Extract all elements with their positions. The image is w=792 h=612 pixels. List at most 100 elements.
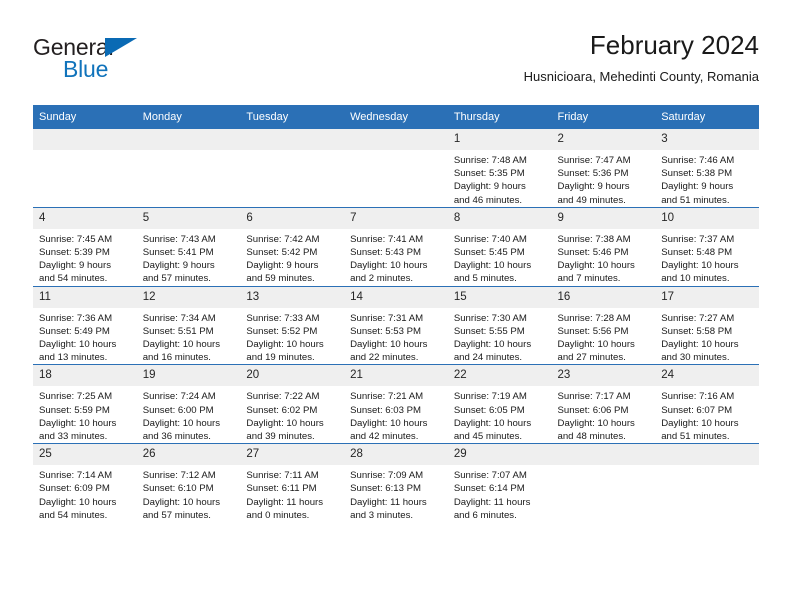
day-number: 8 <box>447 207 552 229</box>
daylight-text-line2: and 42 minutes. <box>350 431 419 443</box>
sunrise-text: Sunrise: 7:43 AM <box>142 233 216 245</box>
daylight-text-line2: and 48 minutes. <box>557 431 626 443</box>
weekday-header-thursday: Thursday <box>447 105 552 129</box>
calendar-day-cell[interactable]: 11 Sunrise: 7:36 AM Sunset: 5:49 PM Dayligh… <box>33 285 137 365</box>
calendar-week-row: 4 Sunrise: 7:45 AM Sunset: 5:39 PM Daylight… <box>33 206 759 287</box>
day-number: 4 <box>33 207 137 229</box>
daylight-text-line1: Daylight: 9 hours <box>142 260 215 272</box>
sunset-text: Sunset: 5:35 PM <box>453 168 525 180</box>
calendar-day-cell[interactable]: 20 Sunrise: 7:22 AM Sunset: 6:02 PM Dayligh… <box>240 364 345 444</box>
calendar-day-cell[interactable]: 12 Sunrise: 7:34 AM Sunset: 5:51 PM Dayligh… <box>136 285 241 365</box>
calendar-day-cell[interactable]: 4 Sunrise: 7:45 AM Sunset: 5:39 PM Daylight… <box>33 206 137 287</box>
calendar-day-cell[interactable]: 1 Sunrise: 7:48 AM Sunset: 5:35 PM Daylight… <box>447 129 552 208</box>
calendar-day-cell[interactable]: 16 Sunrise: 7:28 AM Sunset: 5:56 PM Dayligh… <box>551 285 656 365</box>
sunrise-text: Sunrise: 7:22 AM <box>246 391 320 403</box>
calendar-day-cell[interactable]: 29 Sunrise: 7:07 AM Sunset: 6:14 PM Dayligh… <box>447 443 552 523</box>
weekday-header-row: Sunday Monday Tuesday Wednesday Thursday… <box>33 105 759 129</box>
day-number <box>655 444 759 466</box>
calendar-day-cell[interactable]: 23 Sunrise: 7:17 AM Sunset: 6:06 PM Dayligh… <box>551 364 656 444</box>
sunrise-text: Sunrise: 7:11 AM <box>246 470 319 482</box>
sunset-text: Sunset: 5:55 PM <box>453 325 525 337</box>
sunrise-text: Sunrise: 7:24 AM <box>142 391 216 403</box>
day-details: Sunrise: 7:38 AM Sunset: 5:46 PM Daylight:… <box>552 229 656 286</box>
sunset-text: Sunset: 5:39 PM <box>39 247 110 259</box>
sunset-text: Sunset: 5:59 PM <box>39 404 110 416</box>
calendar-day-cell[interactable]: 10 Sunrise: 7:37 AM Sunset: 5:48 PM Dayligh… <box>655 206 759 287</box>
calendar-day-cell[interactable]: 6 Sunrise: 7:42 AM Sunset: 5:42 PM Daylight… <box>240 206 345 287</box>
daylight-text-line2: and 2 minutes. <box>350 273 414 285</box>
sunset-text: Sunset: 5:52 PM <box>246 325 318 337</box>
general-blue-logo[interactable]: General Blue <box>33 34 233 90</box>
daylight-text-line2: and 24 minutes. <box>453 352 523 364</box>
calendar-day-cell[interactable]: 2 Sunrise: 7:47 AM Sunset: 5:36 PM Daylight… <box>551 129 656 208</box>
calendar-day-cell[interactable]: 15 Sunrise: 7:30 AM Sunset: 5:55 PM Dayligh… <box>447 285 552 365</box>
calendar-day-cell[interactable]: 17 Sunrise: 7:27 AM Sunset: 5:58 PM Dayligh… <box>655 285 759 365</box>
calendar-day-cell[interactable]: 8 Sunrise: 7:40 AM Sunset: 5:45 PM Daylight… <box>447 206 552 287</box>
day-details: Sunrise: 7:07 AM Sunset: 6:14 PM Daylight:… <box>448 465 552 522</box>
day-details: Sunrise: 7:27 AM Sunset: 5:58 PM Daylight:… <box>655 308 759 365</box>
daylight-text-line2: and 7 minutes. <box>557 273 621 285</box>
sunrise-text: Sunrise: 7:38 AM <box>557 233 631 245</box>
calendar-day-cell[interactable]: 24 Sunrise: 7:16 AM Sunset: 6:07 PM Dayligh… <box>655 364 759 444</box>
day-number: 29 <box>447 444 552 466</box>
sunset-text: Sunset: 6:10 PM <box>142 483 214 495</box>
triangle-icon <box>105 38 137 57</box>
daylight-text-line1: Daylight: 10 hours <box>350 417 428 429</box>
sunrise-text: Sunrise: 7:34 AM <box>142 312 216 324</box>
calendar-day-cell[interactable]: 18 Sunrise: 7:25 AM Sunset: 5:59 PM Dayligh… <box>33 364 137 444</box>
sunrise-text: Sunrise: 7:16 AM <box>661 391 735 403</box>
day-number: 10 <box>655 207 759 229</box>
day-details: Sunrise: 7:41 AM Sunset: 5:43 PM Daylight:… <box>344 229 448 286</box>
day-details: Sunrise: 7:16 AM Sunset: 6:07 PM Daylight:… <box>655 386 759 443</box>
calendar-day-cell[interactable]: 27 Sunrise: 7:11 AM Sunset: 6:11 PM Dayligh… <box>240 443 345 523</box>
sunset-text: Sunset: 5:58 PM <box>661 325 733 337</box>
calendar-day-cell[interactable]: 13 Sunrise: 7:33 AM Sunset: 5:52 PM Dayligh… <box>240 285 345 365</box>
daylight-text-line2: and 30 minutes. <box>661 352 730 364</box>
sunset-text: Sunset: 5:48 PM <box>661 247 733 259</box>
calendar-empty-cell <box>136 129 241 208</box>
daylight-text-line1: Daylight: 10 hours <box>246 417 324 429</box>
sunrise-text: Sunrise: 7:09 AM <box>350 470 424 482</box>
day-details: Sunrise: 7:17 AM Sunset: 6:06 PM Daylight:… <box>552 386 656 443</box>
day-number: 27 <box>240 444 345 466</box>
day-details: Sunrise: 7:28 AM Sunset: 5:56 PM Daylight:… <box>552 308 656 365</box>
daylight-text-line2: and 54 minutes. <box>39 509 108 521</box>
calendar-day-cell[interactable]: 19 Sunrise: 7:24 AM Sunset: 6:00 PM Dayligh… <box>136 364 241 444</box>
calendar-day-cell[interactable]: 7 Sunrise: 7:41 AM Sunset: 5:43 PM Daylight… <box>344 206 448 287</box>
daylight-text-line2: and 45 minutes. <box>453 431 523 443</box>
daylight-text-line1: Daylight: 10 hours <box>142 417 221 429</box>
calendar-day-cell[interactable]: 22 Sunrise: 7:19 AM Sunset: 6:05 PM Dayligh… <box>447 364 552 444</box>
day-number: 25 <box>33 444 137 466</box>
sunrise-text: Sunrise: 7:46 AM <box>661 155 735 166</box>
day-details: Sunrise: 7:34 AM Sunset: 5:51 PM Daylight:… <box>137 308 241 365</box>
daylight-text-line1: Daylight: 10 hours <box>39 417 117 429</box>
daylight-text-line2: and 27 minutes. <box>557 352 626 364</box>
daylight-text-line1: Daylight: 10 hours <box>453 339 532 351</box>
day-details: Sunrise: 7:21 AM Sunset: 6:03 PM Daylight:… <box>344 386 448 443</box>
sunrise-text: Sunrise: 7:14 AM <box>39 470 113 482</box>
calendar-day-cell[interactable]: 21 Sunrise: 7:21 AM Sunset: 6:03 PM Dayligh… <box>344 364 448 444</box>
calendar-day-cell[interactable]: 25 Sunrise: 7:14 AM Sunset: 6:09 PM Dayligh… <box>33 443 137 523</box>
sunset-text: Sunset: 5:51 PM <box>142 325 214 337</box>
daylight-text-line2: and 39 minutes. <box>246 431 315 443</box>
calendar-day-cell[interactable]: 3 Sunrise: 7:46 AM Sunset: 5:38 PM Daylight… <box>655 129 759 208</box>
daylight-text-line2: and 51 minutes. <box>661 194 730 206</box>
calendar-day-cell[interactable]: 9 Sunrise: 7:38 AM Sunset: 5:46 PM Daylight… <box>551 206 656 287</box>
sunset-text: Sunset: 6:06 PM <box>557 404 629 416</box>
day-details: Sunrise: 7:48 AM Sunset: 5:35 PM Daylight:… <box>448 150 552 207</box>
sunset-text: Sunset: 6:00 PM <box>142 404 214 416</box>
day-number: 21 <box>344 365 448 387</box>
calendar-day-cell[interactable]: 26 Sunrise: 7:12 AM Sunset: 6:10 PM Dayligh… <box>136 443 241 523</box>
day-number: 1 <box>447 129 552 150</box>
sunrise-text: Sunrise: 7:17 AM <box>557 391 631 403</box>
calendar-day-cell[interactable]: 5 Sunrise: 7:43 AM Sunset: 5:41 PM Daylight… <box>136 206 241 287</box>
calendar-day-cell[interactable]: 14 Sunrise: 7:31 AM Sunset: 5:53 PM Dayligh… <box>344 285 448 365</box>
daylight-text-line1: Daylight: 10 hours <box>142 339 221 351</box>
daylight-text-line2: and 0 minutes. <box>246 509 310 521</box>
daylight-text-line2: and 5 minutes. <box>453 273 517 285</box>
weekday-header-monday: Monday <box>136 105 241 129</box>
sunset-text: Sunset: 6:03 PM <box>350 404 422 416</box>
calendar-day-cell[interactable]: 28 Sunrise: 7:09 AM Sunset: 6:13 PM Dayligh… <box>344 443 448 523</box>
daylight-text-line2: and 49 minutes. <box>557 194 626 206</box>
sunset-text: Sunset: 5:38 PM <box>661 168 733 180</box>
